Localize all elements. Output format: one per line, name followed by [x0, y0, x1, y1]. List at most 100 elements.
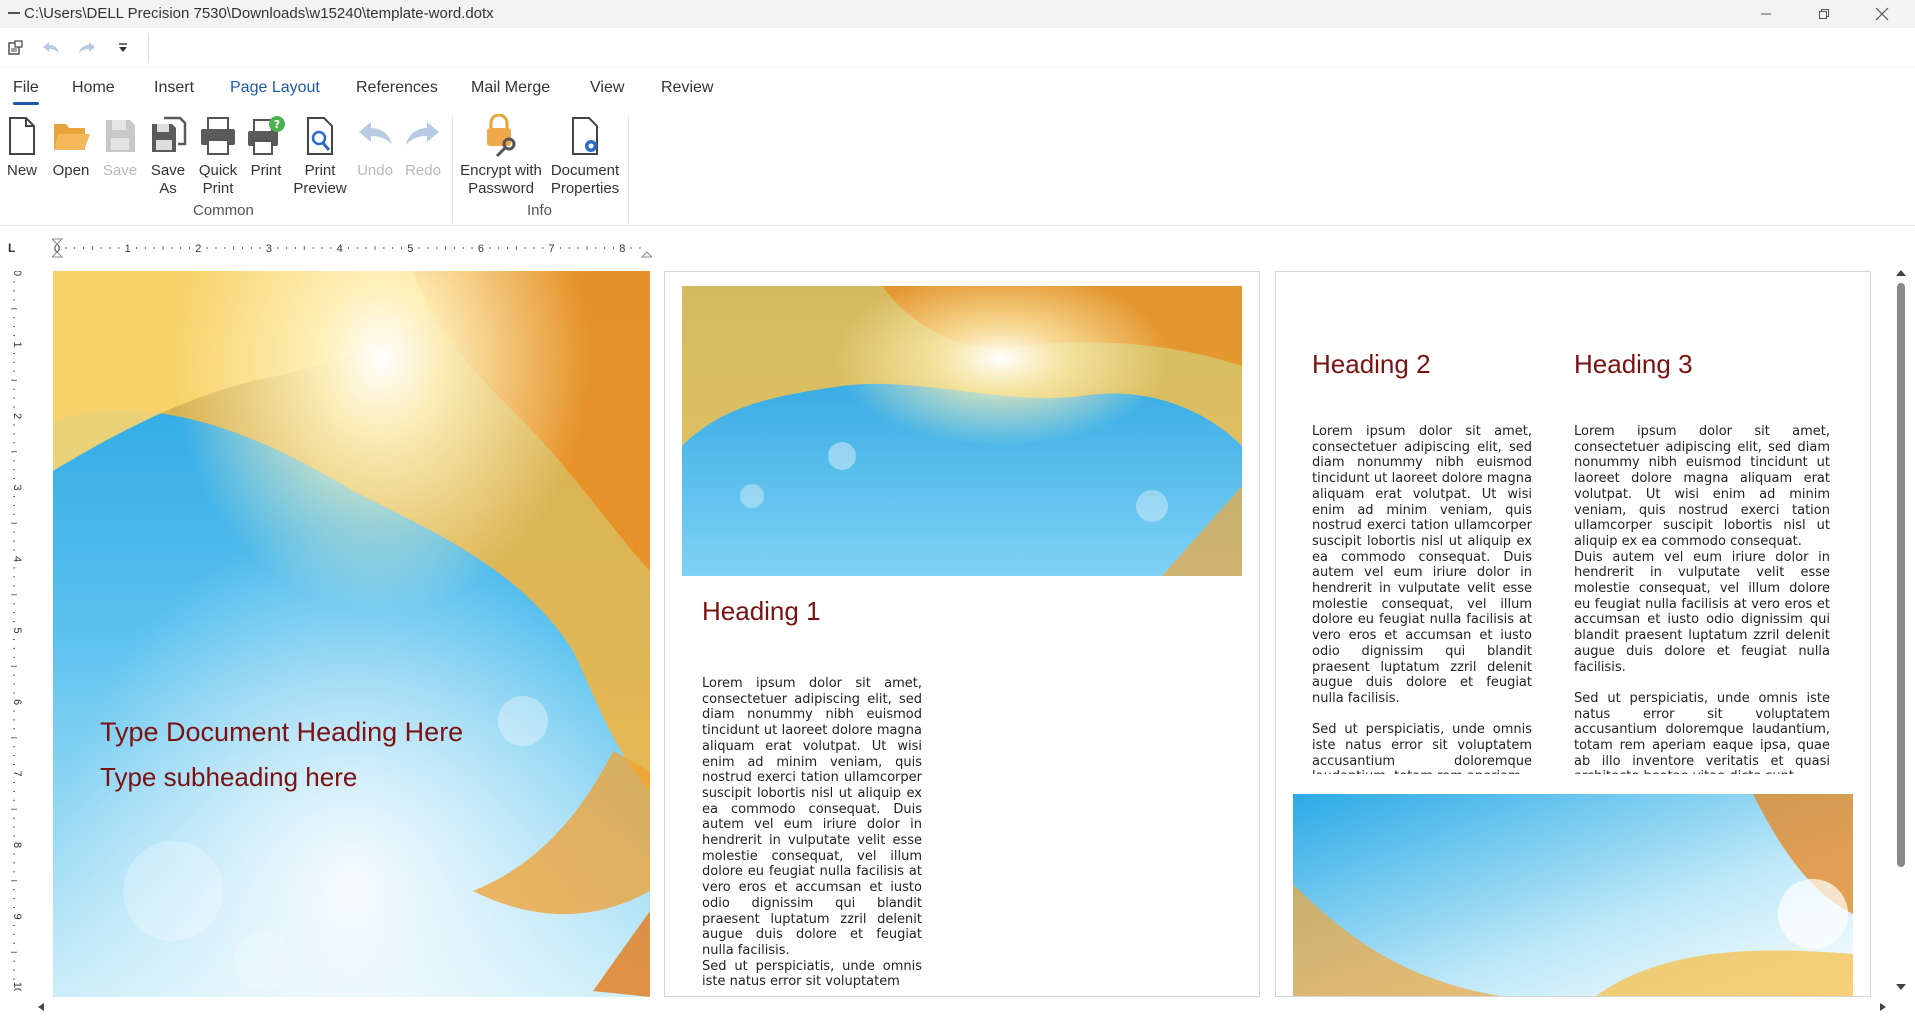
heading-2-paragraph[interactable]: Lorem ipsum dolor sit amet, consectetuer … — [1312, 424, 1532, 774]
print-button[interactable]: ? Print — [246, 114, 286, 202]
paragraph-line: totam rem aperiam eaque ipsa, quae — [1574, 738, 1830, 754]
restore-button[interactable] — [1801, 0, 1847, 28]
scroll-down-icon[interactable] — [1896, 984, 1906, 990]
paragraph-line: autem vel eum iriure dolor in — [702, 817, 922, 833]
minimize-button[interactable] — [1743, 0, 1789, 28]
tab-insert[interactable]: Insert — [154, 79, 194, 97]
app-menu-icon — [8, 40, 23, 55]
ruler-number: 5 — [11, 627, 23, 633]
scroll-up-icon[interactable] — [1896, 270, 1906, 276]
save-as-button[interactable]: Save As — [146, 114, 190, 202]
paragraph-line: augue duis dolore et feugiat nulla — [1574, 643, 1830, 659]
group-separator — [452, 116, 453, 222]
undo-large-icon — [359, 122, 392, 145]
page-2[interactable]: Heading 1 Lorem ipsum dolor sit amet, con… — [664, 271, 1260, 997]
heading-1-paragraph[interactable]: Lorem ipsum dolor sit amet, consectetuer … — [702, 676, 922, 990]
new-document-icon — [9, 117, 35, 155]
paragraph-line: dolore eu feugiat nulla facilisis at — [1312, 612, 1532, 628]
paragraph-line: vero eros et accumsan et iusto — [702, 880, 922, 896]
tab-page-layout[interactable]: Page Layout — [230, 79, 320, 97]
print-preview-label-2: Preview — [293, 180, 347, 197]
tab-home[interactable]: Home — [72, 79, 115, 97]
paragraph-line: Lorem ipsum dolor sit amet, — [1312, 424, 1532, 439]
save-button[interactable]: Save — [100, 114, 140, 202]
page-3[interactable]: Heading 2 Heading 3 Lorem ipsum dolor si… — [1275, 271, 1871, 997]
ruler-number: 1 — [11, 341, 23, 347]
ruler-number: 3 — [266, 243, 272, 255]
vertical-ruler[interactable]: 0 1 2 3 4 5 6 7 8 9 10 — [8, 271, 28, 991]
ruler-number: 2 — [11, 413, 23, 419]
quick-print-button[interactable]: Quick Print — [196, 114, 240, 202]
redo-button[interactable]: Redo — [402, 114, 444, 202]
qat-customize-button[interactable] — [110, 36, 136, 60]
common-group-label: Common — [193, 202, 254, 219]
vertical-scrollbar[interactable] — [1890, 263, 1912, 995]
paragraph-line: Duis autem vel eum iriure dolor in — [1574, 549, 1830, 565]
heading-3-paragraph[interactable]: Lorem ipsum dolor sit amet, consectetuer … — [1574, 424, 1830, 774]
document-properties-icon — [572, 117, 598, 155]
paragraph-line: suscipit lobortis nisl ut aliquip ex — [1312, 533, 1532, 549]
paragraph-line: diam nonummy nibh euismod — [702, 707, 922, 723]
paragraph-line: nulla facilisis. — [702, 942, 790, 958]
new-label: New — [6, 162, 37, 179]
paragraph-line: nostrud exerci tation ullamcorper — [702, 770, 922, 786]
undo-icon — [43, 42, 59, 53]
paragraph-line: hendrerit in vulputate velit esse — [1312, 581, 1532, 597]
qat-redo-button[interactable] — [74, 36, 100, 60]
save-as-label-2: As — [159, 180, 177, 197]
tab-references[interactable]: References — [356, 79, 438, 97]
svg-text:?: ? — [274, 118, 280, 131]
chevron-down-icon — [119, 43, 127, 52]
ruler-number: 4 — [11, 556, 23, 562]
window-title: C:\Users\DELL Precision 7530\Downloads\w… — [24, 5, 494, 22]
paragraph-line: Sed ut perspiciatis, unde omnis — [702, 958, 922, 974]
folder-open-icon — [54, 124, 90, 150]
scroll-right-icon[interactable] — [1880, 1003, 1886, 1011]
cover-page[interactable]: Type Document Heading Here Type subheadi… — [53, 271, 650, 997]
cover-heading[interactable]: Type Document Heading Here — [100, 717, 463, 748]
tab-mail-merge[interactable]: Mail Merge — [471, 79, 550, 97]
ribbon-tabs: File Home Insert Page Layout References … — [0, 68, 1915, 110]
save-as-icon — [152, 116, 187, 152]
tab-review[interactable]: Review — [661, 79, 713, 97]
ruler-number: 9 — [11, 913, 23, 919]
ruler-number: 0 — [11, 271, 23, 276]
ruler-number: 8 — [619, 243, 625, 255]
paragraph-line: autem vel eum iriure dolor in — [1312, 565, 1532, 581]
encrypt-with-password-button[interactable]: Encrypt with Password — [458, 114, 544, 202]
heading-2[interactable]: Heading 2 — [1312, 349, 1431, 380]
print-preview-button[interactable]: Print Preview — [292, 114, 348, 202]
tab-stop-selector[interactable]: L — [8, 241, 22, 255]
document-work-area: L 012345678 0 1 2 3 4 5 6 7 8 9 10 Type … — [0, 227, 1915, 1019]
paragraph-line: iste natus error sit voluptatem — [702, 974, 900, 990]
lock-key-icon — [487, 114, 516, 158]
heading-1[interactable]: Heading 1 — [702, 596, 821, 627]
cover-subheading[interactable]: Type subheading here — [100, 762, 357, 793]
document-properties-button[interactable]: Document Properties — [548, 114, 622, 202]
paragraph-line: laudantium, totam rem aperiam — [1312, 769, 1532, 774]
paragraph-line: diam nonummy nibh euismod — [1312, 455, 1532, 471]
horizontal-ruler[interactable]: 0 1 2 3 4 5 6 7 8 — [52, 238, 652, 258]
paragraph-line: Lorem ipsum dolor sit amet, — [1574, 424, 1830, 439]
qat-undo-button[interactable] — [38, 36, 64, 60]
paragraph-line: enim ad minim veniam, quis — [1312, 502, 1532, 518]
scroll-left-icon[interactable] — [38, 1003, 44, 1011]
tab-view[interactable]: View — [590, 79, 624, 97]
paragraph-line: tincidunt ut laoreet dolore magna — [702, 723, 922, 739]
vertical-scroll-thumb[interactable] — [1897, 283, 1905, 867]
ruler-number: 6 — [478, 243, 484, 255]
open-button[interactable]: Open — [50, 114, 92, 202]
tab-file[interactable]: File — [13, 79, 39, 105]
paragraph-line: tincidunt ut laoreet dolore magna — [1312, 471, 1532, 487]
print-label: Print — [250, 162, 282, 179]
heading-3[interactable]: Heading 3 — [1574, 349, 1693, 380]
horizontal-scrollbar[interactable] — [34, 997, 1890, 1017]
app-menu-button[interactable] — [2, 36, 28, 60]
ruler-number: 5 — [407, 243, 413, 255]
paragraph-line: molestie consequat, vel illum — [702, 848, 922, 864]
undo-button[interactable]: Undo — [354, 114, 396, 202]
qat-separator — [148, 34, 149, 62]
close-button[interactable] — [1859, 0, 1905, 28]
ruler-number: 8 — [11, 842, 23, 848]
new-button[interactable]: New — [2, 114, 42, 202]
